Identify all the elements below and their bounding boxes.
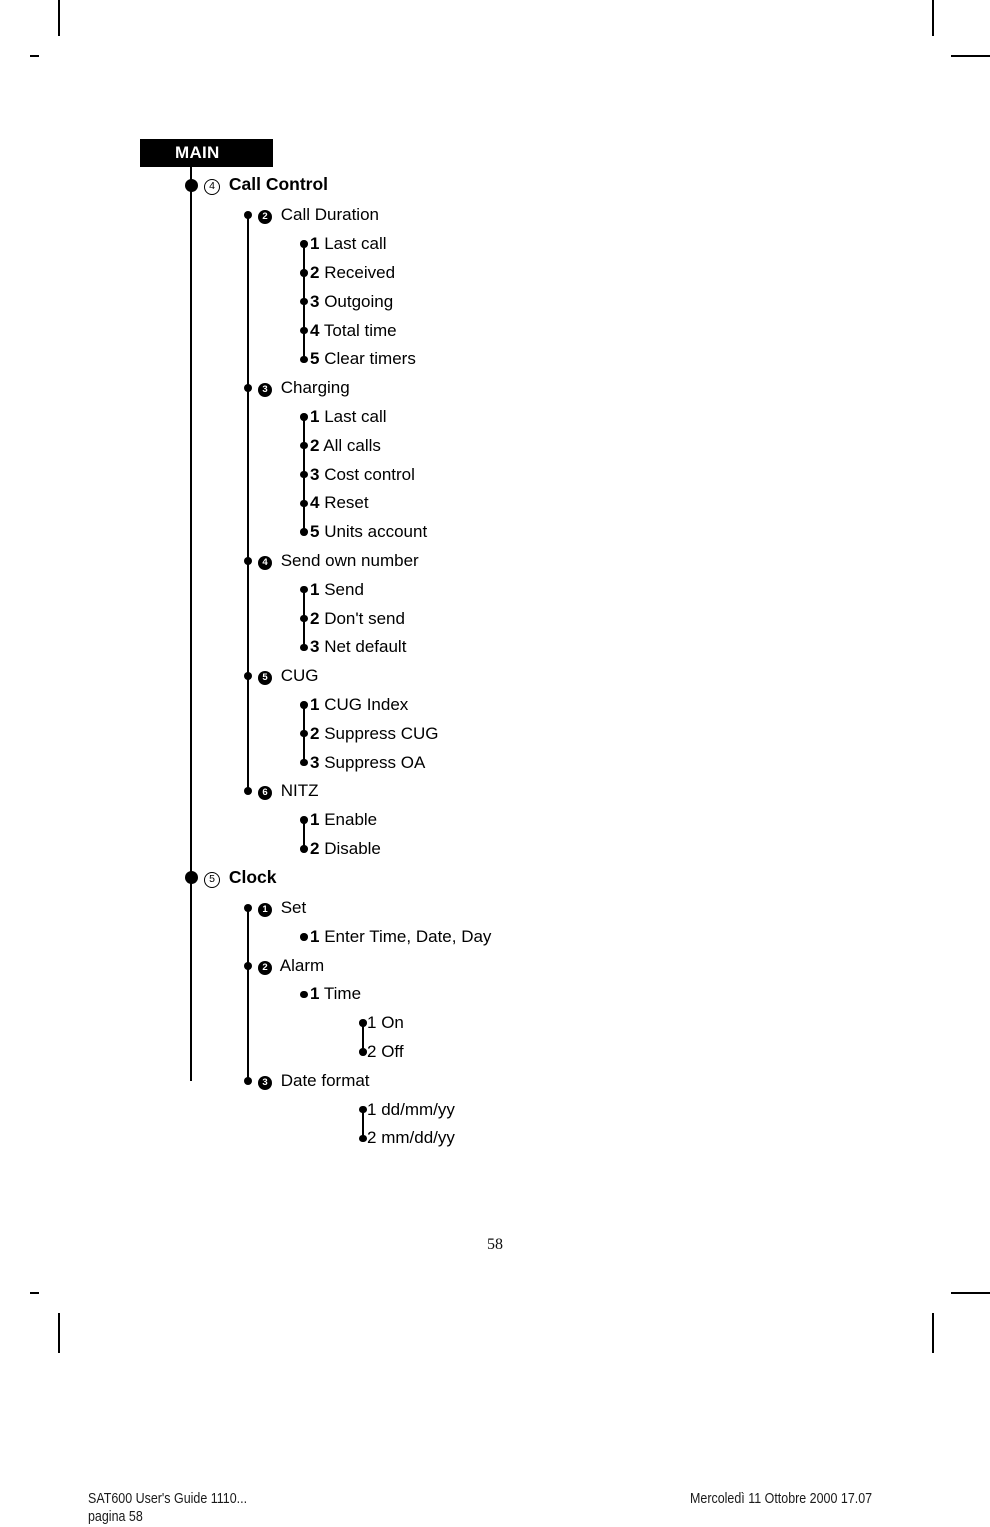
node-bullet-icon <box>359 1019 367 1027</box>
subitem-label: dd/mm/yy <box>376 1099 455 1119</box>
node-bullet-icon <box>300 240 308 248</box>
group-label: Call Duration <box>276 205 379 225</box>
tree-connector-line <box>247 215 250 792</box>
crop-mark-bottom-right-vertical <box>932 1313 934 1353</box>
item-label: Enter Time, Date, Day <box>319 926 492 946</box>
item-label: Reset <box>319 493 369 513</box>
node-bullet-icon <box>184 871 198 885</box>
subitem-label: On <box>376 1013 404 1033</box>
node-bullet-icon <box>300 355 308 364</box>
tree-connector-line <box>247 908 250 1081</box>
group-marker-icon: 4 <box>258 555 272 570</box>
node-bullet-icon <box>359 1134 367 1143</box>
node-bullet-icon <box>300 470 308 479</box>
section-marker-icon: 4 <box>204 179 220 195</box>
node-bullet-icon <box>244 961 253 970</box>
node-bullet-icon <box>244 1076 253 1085</box>
node-bullet-icon <box>244 787 253 796</box>
menu-root-label: MAIN <box>140 139 273 167</box>
tree-connector-line <box>190 877 193 1081</box>
group-label: Alarm <box>276 955 325 975</box>
node-bullet-icon <box>300 758 308 767</box>
group-label: Date format <box>276 1070 370 1090</box>
node-bullet-icon <box>300 297 308 306</box>
node-bullet-icon <box>300 933 308 941</box>
item-label: Disable <box>319 838 381 858</box>
node-bullet-icon <box>300 729 308 738</box>
item-label: Units account <box>319 522 428 542</box>
item-label: Send <box>319 579 364 599</box>
item-label: Suppress OA <box>319 752 426 772</box>
item-label: Don't send <box>319 608 405 628</box>
node-bullet-icon <box>300 990 308 999</box>
group-label: Set <box>276 898 307 917</box>
menu-tree-diagram: MAIN 4 Call Control 2 Call Duration 1 Last… <box>0 0 990 1250</box>
node-bullet-icon <box>300 528 308 536</box>
item-label: Enable <box>319 810 378 830</box>
item-label: Clear timers <box>319 349 416 369</box>
node-bullet-icon <box>244 672 253 681</box>
group-label: CUG <box>276 666 319 686</box>
item-label: Received <box>319 262 396 282</box>
node-bullet-icon <box>300 614 308 623</box>
group-marker-icon: 2 <box>258 210 272 225</box>
item-label: All calls <box>319 435 381 455</box>
crop-mark-bottom-left-vertical <box>58 1313 60 1353</box>
footer-doc-title: SAT600 User's Guide 1110... <box>88 1491 248 1507</box>
footer-timestamp: Mercoledì 11 Ottobre 2000 17.07 <box>690 1491 873 1507</box>
node-bullet-icon <box>300 269 308 277</box>
node-bullet-icon <box>244 384 253 393</box>
node-bullet-icon <box>300 326 308 335</box>
section-label: Call Control <box>224 174 329 194</box>
node-bullet-icon <box>184 178 198 192</box>
group-marker-icon: 6 <box>258 786 272 801</box>
node-bullet-icon <box>300 701 308 709</box>
node-bullet-icon <box>244 211 253 220</box>
section-label: Clock <box>224 866 277 887</box>
footer-doc-page: pagina 58 <box>88 1509 143 1525</box>
node-bullet-icon <box>300 643 308 652</box>
crop-mark-bottom-right-horizontal <box>951 1292 990 1294</box>
node-bullet-icon <box>300 585 308 594</box>
subitem-label: mm/dd/yy <box>376 1128 455 1148</box>
subitem-label: Off <box>376 1042 404 1061</box>
item-label: Net default <box>319 637 407 657</box>
group-label: NITZ <box>276 781 319 801</box>
node-bullet-icon <box>244 556 253 565</box>
node-bullet-icon <box>244 904 253 912</box>
item-label: Total time <box>319 320 397 340</box>
item-label: Time <box>319 984 362 1004</box>
item-label: Last call <box>319 234 387 254</box>
item-label: CUG Index <box>319 694 409 714</box>
group-marker-icon: 5 <box>258 671 272 686</box>
page-number: 58 <box>487 1236 503 1253</box>
node-bullet-icon <box>359 1105 367 1114</box>
node-bullet-icon <box>300 441 308 450</box>
crop-mark-bottom-left-horizontal <box>30 1292 39 1294</box>
group-marker-icon: 1 <box>258 903 272 917</box>
node-bullet-icon <box>300 499 308 508</box>
node-bullet-icon <box>300 816 308 824</box>
item-label: Outgoing <box>319 291 394 311</box>
group-label: Charging <box>276 378 350 398</box>
group-marker-icon: 3 <box>258 1075 272 1090</box>
group-marker-icon: 3 <box>258 383 272 398</box>
item-label: Suppress CUG <box>319 723 439 743</box>
item-label: Cost control <box>319 464 415 484</box>
item-label: Last call <box>319 406 387 426</box>
node-bullet-icon <box>359 1048 367 1056</box>
group-label: Send own number <box>276 550 419 570</box>
section-marker-icon: 5 <box>204 871 220 888</box>
tree-connector-line <box>190 185 193 878</box>
group-marker-icon: 2 <box>258 960 272 975</box>
footer-document-info: SAT600 User's Guide 1110... pagina 58 <box>88 1490 247 1526</box>
node-bullet-icon <box>300 413 308 421</box>
node-bullet-icon <box>300 845 308 853</box>
